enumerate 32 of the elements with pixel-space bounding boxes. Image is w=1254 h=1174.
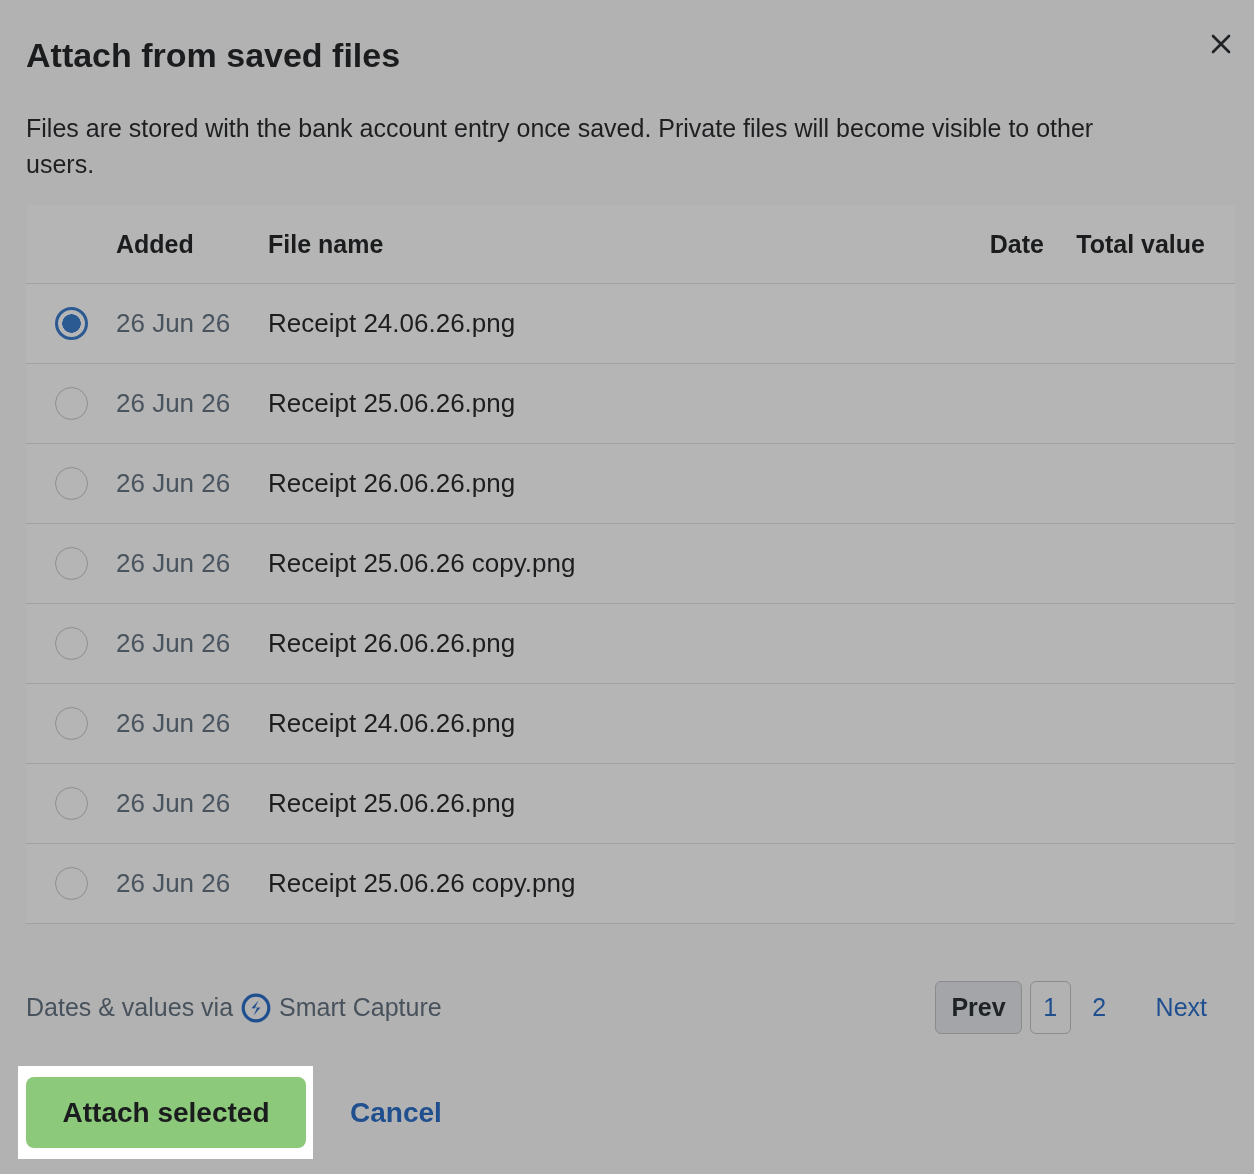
lightning-bolt-icon: [241, 992, 272, 1023]
date-cell-text: 26 Jun 26: [116, 388, 232, 419]
footer-note: Dates & values via: [26, 993, 234, 1022]
file-name-cell-text: Receipt 25.06.26.png: [268, 788, 517, 819]
column-header: Date: [988, 229, 1044, 259]
file-name-cell-text: Receipt 26.06.26.png: [268, 628, 517, 659]
page-button[interactable]: 2: [1078, 981, 1120, 1034]
radio-button[interactable]: [54, 307, 88, 340]
column-header: File name: [268, 229, 385, 259]
file-name-cell-text: Receipt 25.06.26 copy.png: [268, 548, 577, 579]
column-header: Added: [116, 229, 195, 259]
date-cell-text: 26 Jun 26: [116, 308, 232, 339]
file-name-cell-text: Receipt 25.06.26.png: [268, 388, 517, 419]
date-cell-text: 26 Jun 26: [116, 788, 232, 819]
page-button[interactable]: 1: [1029, 981, 1071, 1034]
date-cell-text: 26 Jun 26: [116, 868, 232, 899]
date-cell-text: 26 Jun 26: [116, 708, 232, 739]
file-name-cell-text: Receipt 24.06.26.png: [268, 708, 517, 739]
column-header: Total value: [1075, 229, 1205, 259]
file-name-cell-text: Receipt 24.06.26.png: [268, 308, 517, 339]
file-name-cell-text: Receipt 26.06.26.png: [268, 468, 517, 499]
dialog-title: Attach from saved files: [26, 35, 401, 76]
dialog-description: Files are stored with the bank account entry once saved. Private files will become visible to other users.: [26, 113, 1095, 180]
file-name-cell-text: Receipt 25.06.26 copy.png: [268, 868, 577, 899]
date-cell-text: 26 Jun 26: [116, 548, 232, 579]
cancel-link[interactable]: Cancel: [350, 1096, 442, 1129]
close-icon: [1211, 34, 1231, 54]
attach-selected-button[interactable]: Attach selected: [26, 1077, 306, 1148]
brand-name: Smart Capture: [279, 993, 442, 1022]
date-cell-text: 26 Jun 26: [116, 628, 232, 659]
next-button[interactable]: Next: [1143, 981, 1219, 1034]
date-cell-text: 26 Jun 26: [116, 468, 232, 499]
